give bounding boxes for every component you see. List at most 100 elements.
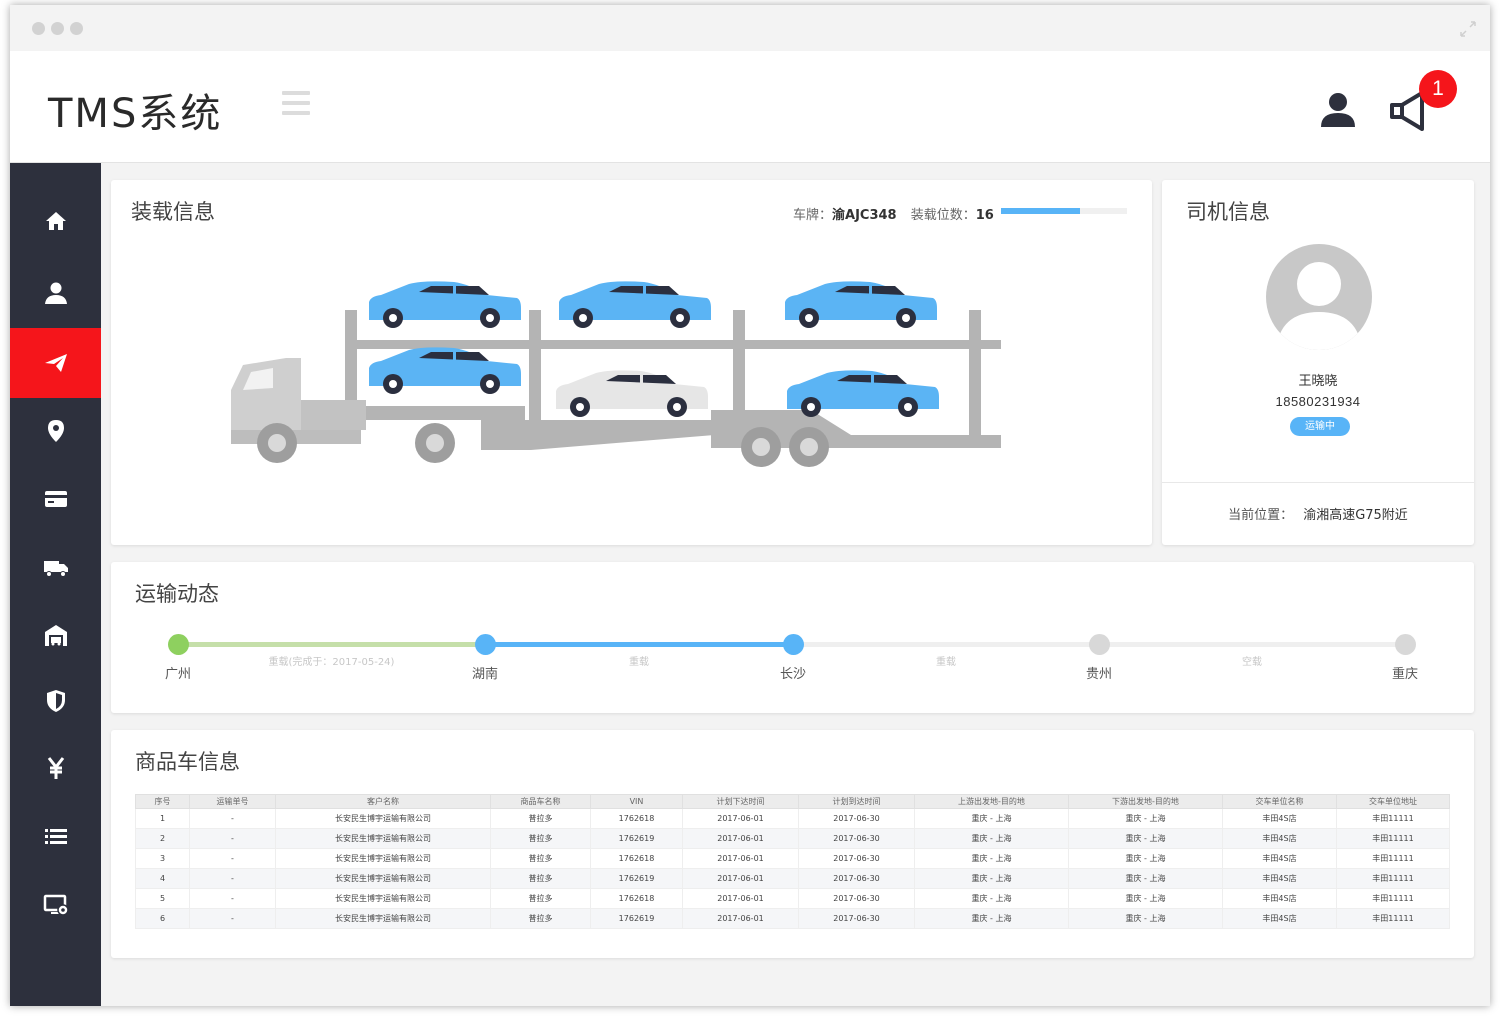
- column-header[interactable]: VIN: [590, 794, 683, 809]
- sidebar-item-security[interactable]: [10, 666, 101, 736]
- car-carrier-illustration: [231, 281, 1001, 467]
- sidebar-item-garage[interactable]: [10, 600, 101, 670]
- column-header[interactable]: 序号: [135, 794, 190, 809]
- timeline-segment-label: 空载: [1242, 657, 1262, 668]
- table-cell: -: [189, 868, 276, 889]
- notification-badge[interactable]: 1: [1419, 70, 1457, 108]
- column-header[interactable]: 上游出发地-目的地: [914, 794, 1069, 809]
- column-header[interactable]: 客户名称: [275, 794, 491, 809]
- table-cell: 丰田4S店: [1222, 808, 1337, 829]
- transport-status-title: 运输动态: [135, 582, 219, 606]
- sidebar-item-system-settings[interactable]: [10, 870, 101, 940]
- sidebar-item-location[interactable]: [10, 396, 101, 466]
- table-cell: 长安民生博宇运输有限公司: [275, 868, 491, 889]
- table-cell: 普拉多: [490, 808, 591, 829]
- table-cell: 重庆 - 上海: [1068, 808, 1223, 829]
- column-header[interactable]: 交车单位地址: [1336, 794, 1450, 809]
- load-meta: 车牌：渝AJC348 装载位数：16: [793, 204, 994, 223]
- table-cell: 4: [135, 868, 190, 889]
- table-row[interactable]: 3- 长安民生博宇运输有限公司 普拉多 1762618 2017-06-01 2017-0…: [135, 848, 1450, 869]
- monitor-settings-icon: [43, 894, 69, 916]
- hamburger-menu-icon[interactable]: [282, 91, 312, 117]
- table-cell: 1762618: [590, 848, 683, 869]
- sidebar-item-payment[interactable]: [10, 464, 101, 534]
- table-cell: 长安民生博宇运输有限公司: [275, 848, 491, 869]
- table-row[interactable]: 2- 长安民生博宇运输有限公司 普拉多 1762619 2017-06-01 2017-0…: [135, 828, 1450, 849]
- app-header: TMS系统 1: [10, 51, 1490, 163]
- user-profile-icon[interactable]: [1319, 91, 1357, 127]
- timeline-node[interactable]: [1089, 634, 1110, 655]
- driver-avatar: [1266, 244, 1372, 350]
- timeline-node[interactable]: [475, 634, 496, 655]
- column-header[interactable]: 计划下达时间: [682, 794, 799, 809]
- table-cell: 重庆 - 上海: [1068, 888, 1223, 909]
- table-row[interactable]: 1- 长安民生博宇运输有限公司 普拉多 1762618 2017-06-01 2017-0…: [135, 808, 1450, 829]
- sidebar-item-home[interactable]: [10, 186, 101, 256]
- divider: [1162, 482, 1474, 483]
- table-row[interactable]: 5- 长安民生博宇运输有限公司 普拉多 1762618 2017-06-01 2017-0…: [135, 888, 1450, 909]
- truck-icon: [43, 561, 68, 577]
- table-cell: 2017-06-30: [798, 848, 915, 869]
- table-cell: 重庆 - 上海: [914, 868, 1069, 889]
- app-title: TMS系统: [48, 91, 223, 137]
- window-close-dot[interactable]: [32, 22, 45, 35]
- table-cell: 2017-06-30: [798, 828, 915, 849]
- column-header[interactable]: 下游出发地-目的地: [1068, 794, 1223, 809]
- timeline-segment-label: 重载: [936, 657, 956, 668]
- table-cell: 1762619: [590, 828, 683, 849]
- window-maximize-dot[interactable]: [70, 22, 83, 35]
- window-minimize-dot[interactable]: [51, 22, 64, 35]
- driver-phone: 18580231934: [1275, 394, 1361, 409]
- user-icon: [44, 282, 67, 304]
- window-titlebar: [10, 5, 1490, 51]
- sidebar-item-list[interactable]: [10, 801, 101, 871]
- table-row[interactable]: 4- 长安民生博宇运输有限公司 普拉多 1762619 2017-06-01 2017-0…: [135, 868, 1450, 889]
- table-cell: 重庆 - 上海: [914, 848, 1069, 869]
- table-row[interactable]: 6- 长安民生博宇运输有限公司 普拉多 1762619 2017-06-01 2017-0…: [135, 908, 1450, 929]
- table-cell: 2017-06-30: [798, 888, 915, 909]
- load-info-title: 装载信息: [131, 200, 215, 224]
- slots-label: 装载位数：: [910, 208, 976, 223]
- sidebar-item-dispatch[interactable]: [10, 328, 101, 398]
- car-slot: [559, 281, 711, 328]
- timeline-node[interactable]: [1395, 634, 1416, 655]
- table-cell: 1762618: [590, 808, 683, 829]
- table-cell: 2017-06-01: [682, 828, 799, 849]
- table-cell: 丰田11111: [1336, 888, 1450, 909]
- goods-info-panel: 商品车信息 序号 运输单号 客户名称 商品车名称 VIN 计划下达时间 计划到达时间 上游出发…: [111, 730, 1474, 958]
- column-header[interactable]: 商品车名称: [490, 794, 591, 809]
- table-cell: 重庆 - 上海: [1068, 908, 1223, 929]
- table-cell: 普拉多: [490, 848, 591, 869]
- load-progress-fill: [1001, 208, 1081, 214]
- table-cell: 1762619: [590, 868, 683, 889]
- table-cell: 2017-06-30: [798, 808, 915, 829]
- expand-icon[interactable]: [1460, 21, 1476, 37]
- column-header[interactable]: 交车单位名称: [1222, 794, 1337, 809]
- column-header[interactable]: 计划到达时间: [798, 794, 915, 809]
- column-header[interactable]: 运输单号: [189, 794, 276, 809]
- table-cell: 1762618: [590, 888, 683, 909]
- timeline-node[interactable]: [168, 634, 189, 655]
- table-cell: 重庆 - 上海: [914, 828, 1069, 849]
- car-slot: [369, 347, 521, 394]
- shield-icon: [46, 690, 65, 712]
- table-cell: 2017-06-01: [682, 908, 799, 929]
- sidebar-item-vehicles[interactable]: [10, 532, 101, 602]
- timeline-segment: [178, 642, 485, 647]
- paper-plane-icon: [44, 354, 67, 372]
- table-cell: 1: [135, 808, 190, 829]
- driver-status-badge: 运输中: [1290, 417, 1350, 436]
- load-info-panel: 装载信息 车牌：渝AJC348 装载位数：16: [111, 180, 1152, 545]
- sidebar-item-finance[interactable]: [10, 733, 101, 803]
- table-cell: 普拉多: [490, 868, 591, 889]
- list-icon: [44, 829, 67, 844]
- table-cell: 普拉多: [490, 828, 591, 849]
- table-cell: 5: [135, 888, 190, 909]
- timeline-node-label: 贵州: [1085, 667, 1112, 682]
- sidebar-item-user[interactable]: [10, 258, 101, 328]
- table-cell: 丰田11111: [1336, 908, 1450, 929]
- location-value: 渝湘高速G75附近: [1303, 508, 1408, 523]
- timeline-node[interactable]: [783, 634, 804, 655]
- timeline-node-label: 长沙: [779, 667, 806, 682]
- load-progress-bar: [1001, 208, 1127, 214]
